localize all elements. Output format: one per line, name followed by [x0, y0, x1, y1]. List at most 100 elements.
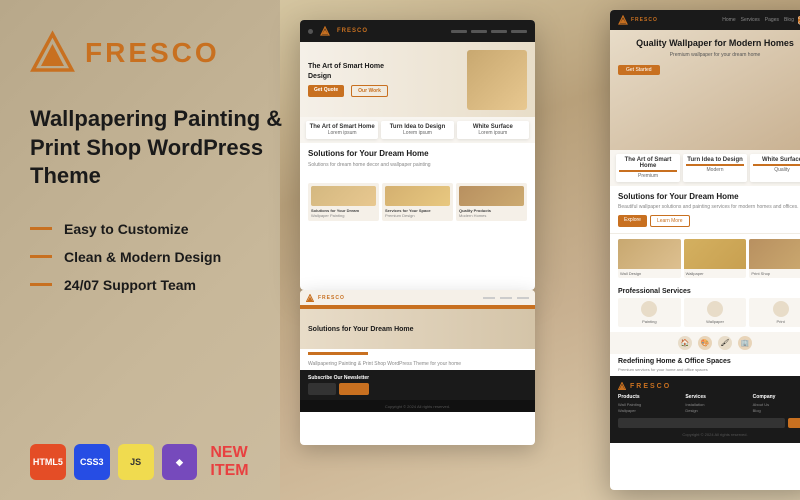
service-name: Wallpaper	[687, 319, 744, 324]
solutions-desc: Solutions for dream home decor and wallp…	[308, 162, 527, 169]
mockup-secondary-btn[interactable]: Our Work	[351, 85, 388, 97]
css3-badge: CSS3	[74, 444, 110, 480]
right-mockup-brand: FRESCO	[631, 17, 658, 23]
mockup-area: FRESCO The Art of Smart Home Design Get …	[280, 0, 800, 500]
solutions-heading: Solutions for Your Dream Home	[618, 192, 800, 201]
feature-label: Easy to Customize	[64, 221, 188, 237]
card-desc: Modern Homes	[459, 213, 524, 218]
js-badge: JS	[118, 444, 154, 480]
service-grid-item: Wallpaper	[684, 298, 747, 327]
badge-label: JS	[130, 457, 141, 467]
html5-badge: HTML5	[30, 444, 66, 480]
footer-logo-row: FRESCO	[618, 382, 800, 390]
mockup-preview-right: FRESCO Home Services Pages Blog Get Quot…	[610, 10, 800, 490]
mockup-nav-items	[451, 30, 527, 33]
card-image	[385, 186, 450, 206]
mockup-hero-text: The Art of Smart Home Design	[308, 62, 388, 82]
footer-brand-name: FRESCO	[630, 383, 671, 390]
feature-item: 24/07 Support Team	[30, 277, 290, 293]
badge-label: ◆	[176, 457, 183, 468]
logo-area[interactable]: FRESCO	[30, 30, 290, 75]
mockup-bottom-brand: FRESCO	[318, 295, 345, 301]
redefine-section: Redefining Home & Office Spaces Premium …	[610, 354, 800, 376]
footer-links-grid: Products Wall Painting Wallpaper Service…	[618, 394, 800, 414]
bottom-desc-text: Wallpapering Painting & Print Shop WordP…	[300, 358, 535, 370]
card-image	[459, 186, 524, 206]
copyright-bar: Copyright © 2024 All rights reserved.	[300, 400, 535, 412]
feature-icon-building: 🏢	[738, 336, 752, 350]
footer-col-company: Company About Us Blog	[753, 394, 800, 414]
mockup-cards-row: Solutions for Your Dream Wallpaper Paint…	[300, 179, 535, 225]
mockup-stats-row: The Art of Smart Home Lorem ipsum Turn I…	[300, 117, 535, 143]
mockup-preview-main: FRESCO The Art of Smart Home Design Get …	[300, 20, 535, 290]
footer-link[interactable]: Wall Painting	[618, 402, 677, 407]
explore-btn[interactable]: Explore	[618, 215, 647, 227]
mockup-right-navbar: FRESCO Home Services Pages Blog Get Quot…	[610, 10, 800, 30]
footer-logo-icon	[618, 382, 626, 390]
redefine-heading: Redefining Home & Office Spaces	[618, 358, 800, 365]
card-desc: Premium Design	[385, 213, 450, 218]
service-card: Wall Design	[618, 239, 681, 278]
service-card: Wallpaper	[684, 239, 747, 278]
main-heading: Wallpapering Painting & Print Shop WordP…	[30, 105, 290, 191]
solutions-title: Solutions for Your Dream Home	[308, 149, 527, 158]
mockup-right-footer: FRESCO Products Wall Painting Wallpaper …	[610, 376, 800, 443]
footer-col-title: Company	[753, 394, 800, 400]
redefine-text: Premium services for your home and offic…	[618, 367, 800, 372]
service-grid-item: Painting	[618, 298, 681, 327]
footer-copyright: Copyright © 2024 All rights reserved.	[618, 432, 800, 437]
hero-content: Quality Wallpaper for Modern Homes Premi…	[618, 38, 800, 76]
feature-icon-palette: 🎨	[698, 336, 712, 350]
feature-item: Clean & Modern Design	[30, 249, 290, 265]
hero-cta-button[interactable]: Get Started	[618, 65, 660, 75]
right-solutions-section: Solutions for Your Dream Home Beautiful …	[610, 186, 800, 234]
service-name: Print	[752, 319, 800, 324]
brand-name: FRESCO	[85, 37, 220, 69]
card-image	[311, 186, 376, 206]
feature-label: Clean & Modern Design	[64, 249, 221, 265]
footer-link[interactable]: Installation	[685, 402, 744, 407]
stat-item: The Art of Smart Home Premium	[616, 154, 680, 182]
footer-email-input[interactable]	[618, 418, 785, 428]
footer-col-services: Services Installation Design	[685, 394, 744, 414]
learn-more-btn[interactable]: Learn More	[650, 215, 690, 227]
stat-item: White Surface Quality	[750, 154, 800, 182]
feature-label: 24/07 Support Team	[64, 277, 196, 293]
footer-link[interactable]: Design	[685, 408, 744, 413]
bottom-hero-text: Solutions for Your Dream Home	[308, 326, 414, 333]
service-card: Print Shop	[749, 239, 800, 278]
footer-link[interactable]: Blog	[753, 408, 800, 413]
icons-row: 🏠 🎨 🖌 🏢	[610, 332, 800, 354]
subscribe-button[interactable]	[339, 383, 369, 395]
card-thumbnail	[618, 239, 681, 269]
mockup-navbar: FRESCO	[300, 20, 535, 42]
card-label: Wallpaper	[684, 269, 747, 278]
right-service-cards: Wall Design Wallpaper Print Shop	[610, 234, 800, 283]
right-hero-section: Quality Wallpaper for Modern Homes Premi…	[610, 30, 800, 150]
mockup-hero-image	[467, 50, 527, 110]
feature-item: Easy to Customize	[30, 221, 290, 237]
feature-dash-icon	[30, 283, 52, 286]
mockup-logo-icon	[320, 26, 330, 36]
footer-link[interactable]: About Us	[753, 402, 800, 407]
mockup-bottom-nav	[483, 297, 529, 299]
mockup-hero-section: The Art of Smart Home Design Get Quote O…	[300, 42, 535, 117]
footer-col-title: Services	[685, 394, 744, 400]
copyright-text: Copyright © 2024 All rights reserved.	[385, 404, 450, 409]
feature-dash-icon	[30, 227, 52, 230]
service-icon	[641, 301, 657, 317]
stat-item: Turn Idea to Design Modern	[683, 154, 747, 182]
card-item: Quality Products Modern Homes	[456, 183, 527, 221]
footer-submit-button[interactable]	[788, 418, 800, 428]
mockup-brand-text: FRESCO	[337, 28, 368, 34]
badge-label: CSS3	[80, 457, 104, 467]
solutions-buttons: Explore Learn More	[618, 215, 800, 227]
feature-icon-home: 🏠	[678, 336, 692, 350]
right-nav-links: Home Services Pages Blog	[722, 17, 794, 23]
right-stats-row: The Art of Smart Home Premium Turn Idea …	[610, 150, 800, 186]
tech-badges-row: HTML5 CSS3 JS ◆ NEW ITEM	[30, 444, 290, 480]
logo-icon	[30, 30, 75, 75]
footer-link[interactable]: Wallpaper	[618, 408, 677, 413]
mockup-footer-section: Subscribe Our Newsletter	[300, 370, 535, 400]
mockup-bottom-topbar: FRESCO	[300, 290, 535, 305]
